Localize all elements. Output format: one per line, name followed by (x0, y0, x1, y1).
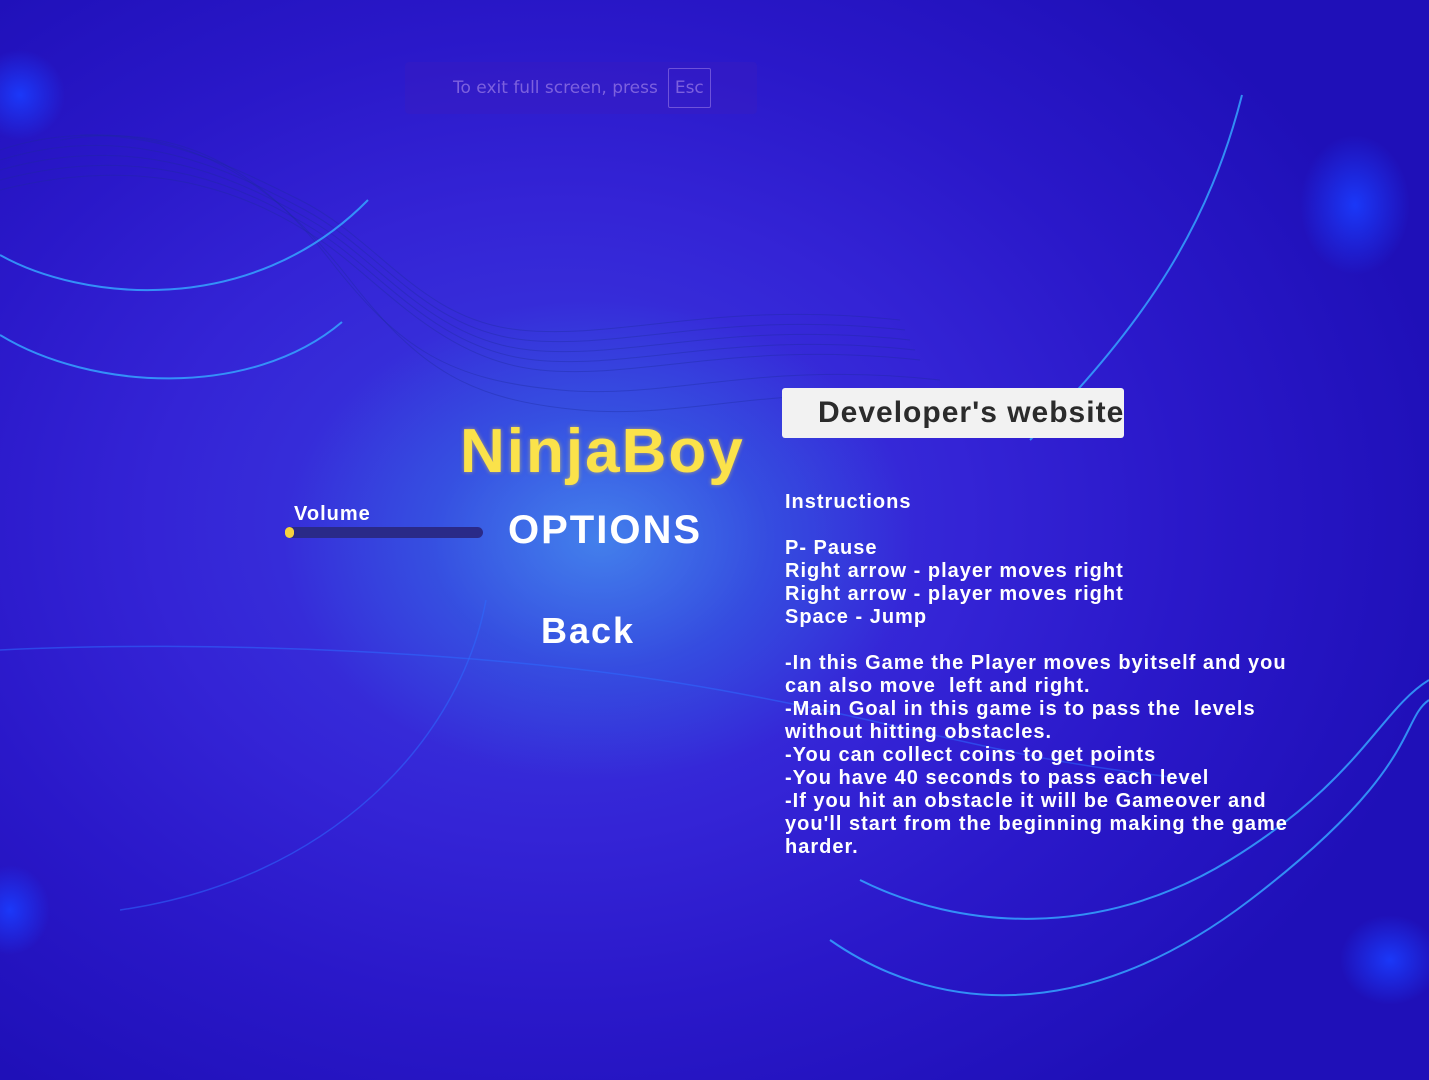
instruction-line: harder. (785, 836, 859, 858)
volume-slider-handle[interactable] (285, 528, 294, 537)
instruction-line: -You can collect coins to get points (785, 744, 1157, 766)
instruction-line: Right arrow - player moves right (785, 583, 1124, 605)
instruction-line: P- Pause (785, 537, 878, 559)
instruction-line: -You have 40 seconds to pass each level (785, 767, 1210, 789)
instruction-line: -If you hit an obstacle it will be Gameo… (785, 790, 1267, 812)
fullscreen-exit-hint: To exit full screen, press Esc (405, 62, 757, 114)
instructions-heading: Instructions (785, 491, 912, 513)
instruction-line: Space - Jump (785, 606, 928, 628)
instruction-line: Right arrow - player moves right (785, 560, 1124, 582)
instruction-line: -In this Game the Player moves byitself … (785, 652, 1287, 674)
game-title: NinjaBoy (460, 417, 745, 486)
developer-website-button[interactable]: Developer's website (782, 388, 1124, 438)
instruction-line (785, 629, 1305, 652)
volume-slider[interactable] (285, 527, 483, 538)
fullscreen-hint-text: To exit full screen, press (453, 78, 658, 98)
instruction-line: -Main Goal in this game is to pass the l… (785, 698, 1256, 720)
back-button[interactable]: Back (541, 610, 635, 652)
instruction-line: without hitting obstacles. (785, 721, 1053, 743)
volume-label: Volume (294, 503, 371, 525)
options-heading: OPTIONS (508, 508, 703, 552)
instruction-line: can also move left and right. (785, 675, 1091, 697)
instruction-line (785, 514, 1305, 537)
esc-key-label: Esc (667, 68, 711, 108)
instruction-line: you'll start from the beginning making t… (785, 813, 1288, 835)
instructions-panel: Instructions P- Pause Right arrow - player… (785, 491, 1305, 859)
volume-slider-track (285, 527, 483, 538)
